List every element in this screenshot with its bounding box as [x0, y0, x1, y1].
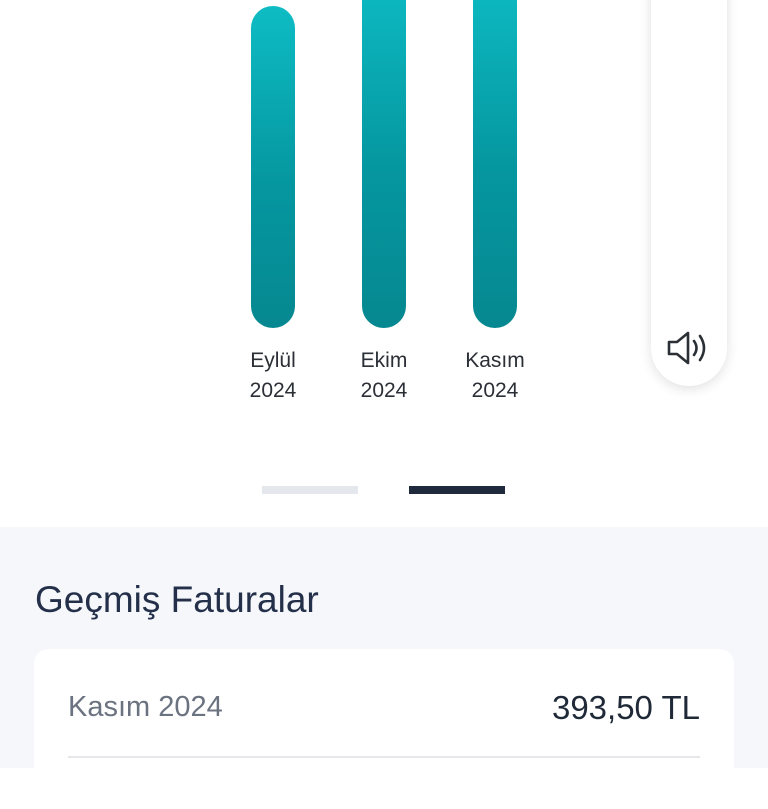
side-panel	[651, 0, 727, 386]
bar-label-3: Kasım 2024	[440, 346, 550, 406]
invoice-card[interactable]: Kasım 2024 393,50 TL	[34, 649, 734, 809]
invoice-amount: 393,50 TL	[551, 689, 700, 726]
page-indicator	[0, 486, 768, 494]
invoice-period: Kasım 2024	[68, 691, 223, 723]
divider	[68, 756, 700, 758]
bar-label-year: 2024	[249, 379, 297, 402]
bar-1[interactable]	[251, 6, 295, 328]
section-title: Geçmiş Faturalar	[35, 579, 319, 620]
speaker-icon	[667, 331, 706, 365]
bar-3[interactable]	[473, 0, 517, 328]
bar-label-month: Eylül	[250, 349, 296, 372]
bar-label-month: Kasım	[465, 349, 525, 372]
invoice-row[interactable]: Kasım 2024 393,50 TL	[68, 685, 700, 733]
bar-label-year: 2024	[471, 379, 519, 402]
bar-label-1: Eylül 2024	[218, 346, 328, 406]
consumption-section: Eylül 2024 Ekim 2024 Kasım 2024	[0, 0, 768, 527]
bar-label-year: 2024	[360, 379, 408, 402]
bar-label-month: Ekim	[360, 349, 408, 372]
page-indicator-2[interactable]	[409, 486, 505, 494]
sound-button[interactable]	[663, 322, 715, 374]
bar-label-2: Ekim 2024	[329, 346, 439, 406]
page-indicator-1[interactable]	[262, 486, 358, 494]
past-invoices-section: Geçmiş Faturalar Kasım 2024 393,50 TL	[0, 527, 768, 809]
bar-2[interactable]	[362, 0, 406, 328]
